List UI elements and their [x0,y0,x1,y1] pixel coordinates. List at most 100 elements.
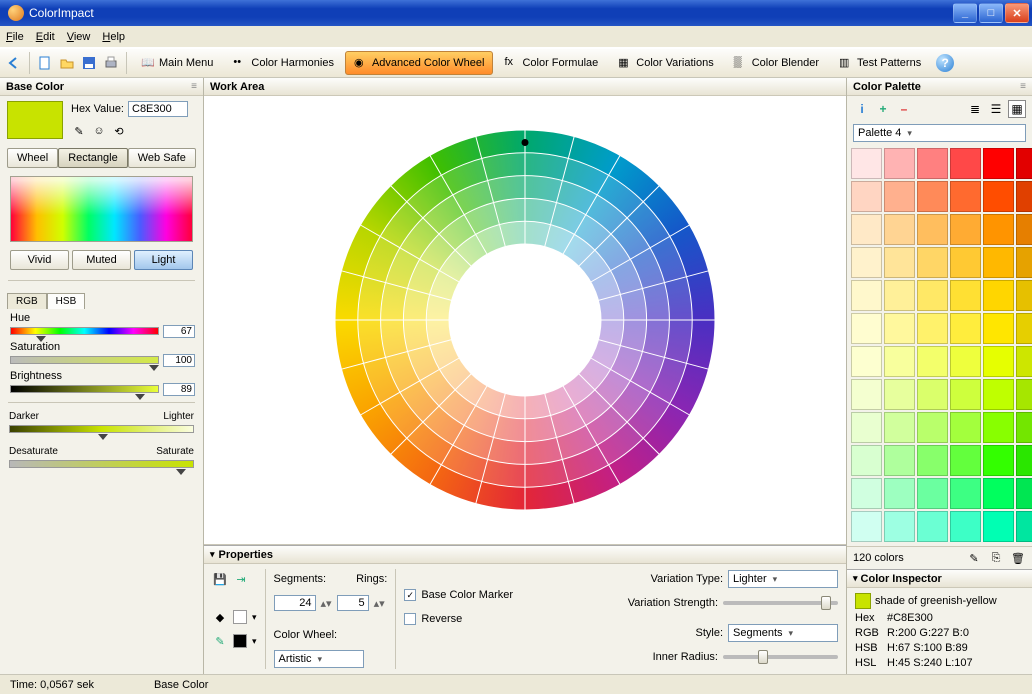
reverse-checkbox[interactable] [404,613,416,625]
rings-input[interactable] [337,595,369,611]
darklight-slider[interactable] [9,425,194,433]
chevron-down-icon[interactable]: ▾ [210,549,215,560]
palette-swatch[interactable] [1016,247,1032,278]
palette-swatch[interactable] [950,445,981,476]
palette-swatch[interactable] [851,214,882,245]
palette-swatch[interactable] [1016,412,1032,443]
hue-slider[interactable] [10,327,159,335]
list-view-icon[interactable]: ≣ [966,100,984,118]
info-icon[interactable]: i [853,100,871,118]
palette-swatch[interactable] [851,346,882,377]
light-button[interactable]: Light [134,250,193,270]
palette-swatch[interactable] [983,478,1014,509]
trash-icon[interactable]: 🗑 [1010,550,1026,566]
window-maximize-button[interactable]: □ [979,3,1003,23]
palette-swatch[interactable] [884,412,915,443]
palette-swatch[interactable] [983,181,1014,212]
palette-swatch[interactable] [983,313,1014,344]
palette-swatch[interactable] [1016,280,1032,311]
palette-swatch[interactable] [950,313,981,344]
vivid-button[interactable]: Vivid [10,250,69,270]
varstr-slider[interactable] [723,601,838,605]
palette-swatch[interactable] [917,346,948,377]
new-icon[interactable] [35,53,55,73]
tab-color-variations[interactable]: ▦Color Variations [609,51,722,75]
palette-swatch[interactable] [884,346,915,377]
palette-swatch[interactable] [950,247,981,278]
colorwheel-dropdown[interactable]: Artistic [274,650,364,668]
palette-swatch[interactable] [950,412,981,443]
grid-view-icon[interactable]: ▦ [1008,100,1026,118]
palette-swatch[interactable] [917,214,948,245]
palette-swatch[interactable] [917,181,948,212]
palette-swatch[interactable] [950,148,981,179]
save-wheel-icon[interactable]: 💾 [212,571,228,587]
bri-value[interactable] [163,383,195,396]
remove-icon[interactable]: – [895,100,913,118]
picker-tab-web-safe[interactable]: Web Safe [128,148,196,168]
print-icon[interactable] [101,53,121,73]
eyedropper-icon[interactable]: ✎ [71,123,87,139]
palette-swatch[interactable] [1016,313,1032,344]
palette-swatch[interactable] [851,181,882,212]
picker-tab-wheel[interactable]: Wheel [7,148,58,168]
inner-slider[interactable] [723,655,838,659]
cycle-icon[interactable]: ⟲ [111,123,127,139]
vartype-dropdown[interactable]: Lighter [728,570,838,588]
pen-icon[interactable]: ✎ [212,633,228,649]
palette-swatch[interactable] [884,214,915,245]
palette-swatch[interactable] [851,445,882,476]
palette-swatch[interactable] [884,313,915,344]
palette-swatch[interactable] [983,247,1014,278]
palette-swatch[interactable] [884,280,915,311]
palette-swatch[interactable] [917,379,948,410]
menu-view[interactable]: View [67,31,91,43]
palette-swatch[interactable] [983,148,1014,179]
palette-swatch[interactable] [1016,379,1032,410]
desat-slider[interactable] [9,460,194,468]
hex-input[interactable] [128,101,188,117]
bg-swatch[interactable] [233,634,247,648]
model-tab-rgb[interactable]: RGB [7,293,47,309]
palette-swatch[interactable] [884,148,915,179]
export-wheel-icon[interactable]: ⇥ [233,571,249,587]
palette-swatch[interactable] [917,445,948,476]
palette-swatch[interactable] [851,280,882,311]
palette-swatch[interactable] [950,214,981,245]
palette-swatch[interactable] [884,511,915,542]
copy-icon[interactable]: ⎘ [988,550,1004,566]
palette-swatch[interactable] [917,247,948,278]
palette-swatch[interactable] [851,379,882,410]
base-color-marker[interactable] [522,139,529,146]
palette-swatch[interactable] [917,313,948,344]
tab-advanced-color-wheel[interactable]: ◉Advanced Color Wheel [345,51,494,75]
palette-select[interactable]: Palette 4 [853,124,1026,142]
palette-swatch[interactable] [1016,346,1032,377]
menu-edit[interactable]: Edit [36,31,55,43]
palette-swatch[interactable] [851,412,882,443]
help-icon[interactable]: ? [936,54,954,72]
palette-swatch[interactable] [917,511,948,542]
open-icon[interactable] [57,53,77,73]
palette-swatch[interactable] [851,247,882,278]
palette-swatch[interactable] [917,478,948,509]
save-icon[interactable] [79,53,99,73]
palette-swatch[interactable] [950,478,981,509]
palette-swatch[interactable] [884,445,915,476]
palette-swatch[interactable] [983,412,1014,443]
palette-swatch[interactable] [884,478,915,509]
marker-checkbox[interactable]: ✓ [404,589,416,601]
palette-swatch[interactable] [1016,445,1032,476]
palette-swatch[interactable] [950,280,981,311]
menu-help[interactable]: Help [102,31,125,43]
palette-swatch[interactable] [884,181,915,212]
menu-file[interactable]: File [6,31,24,43]
palette-swatch[interactable] [983,511,1014,542]
muted-button[interactable]: Muted [72,250,131,270]
palette-swatch[interactable] [851,478,882,509]
eyedropper2-icon[interactable]: ✎ [966,550,982,566]
palette-swatch[interactable] [950,181,981,212]
hue-value[interactable] [163,325,195,338]
style-dropdown[interactable]: Segments [728,624,838,642]
palette-swatch[interactable] [884,247,915,278]
